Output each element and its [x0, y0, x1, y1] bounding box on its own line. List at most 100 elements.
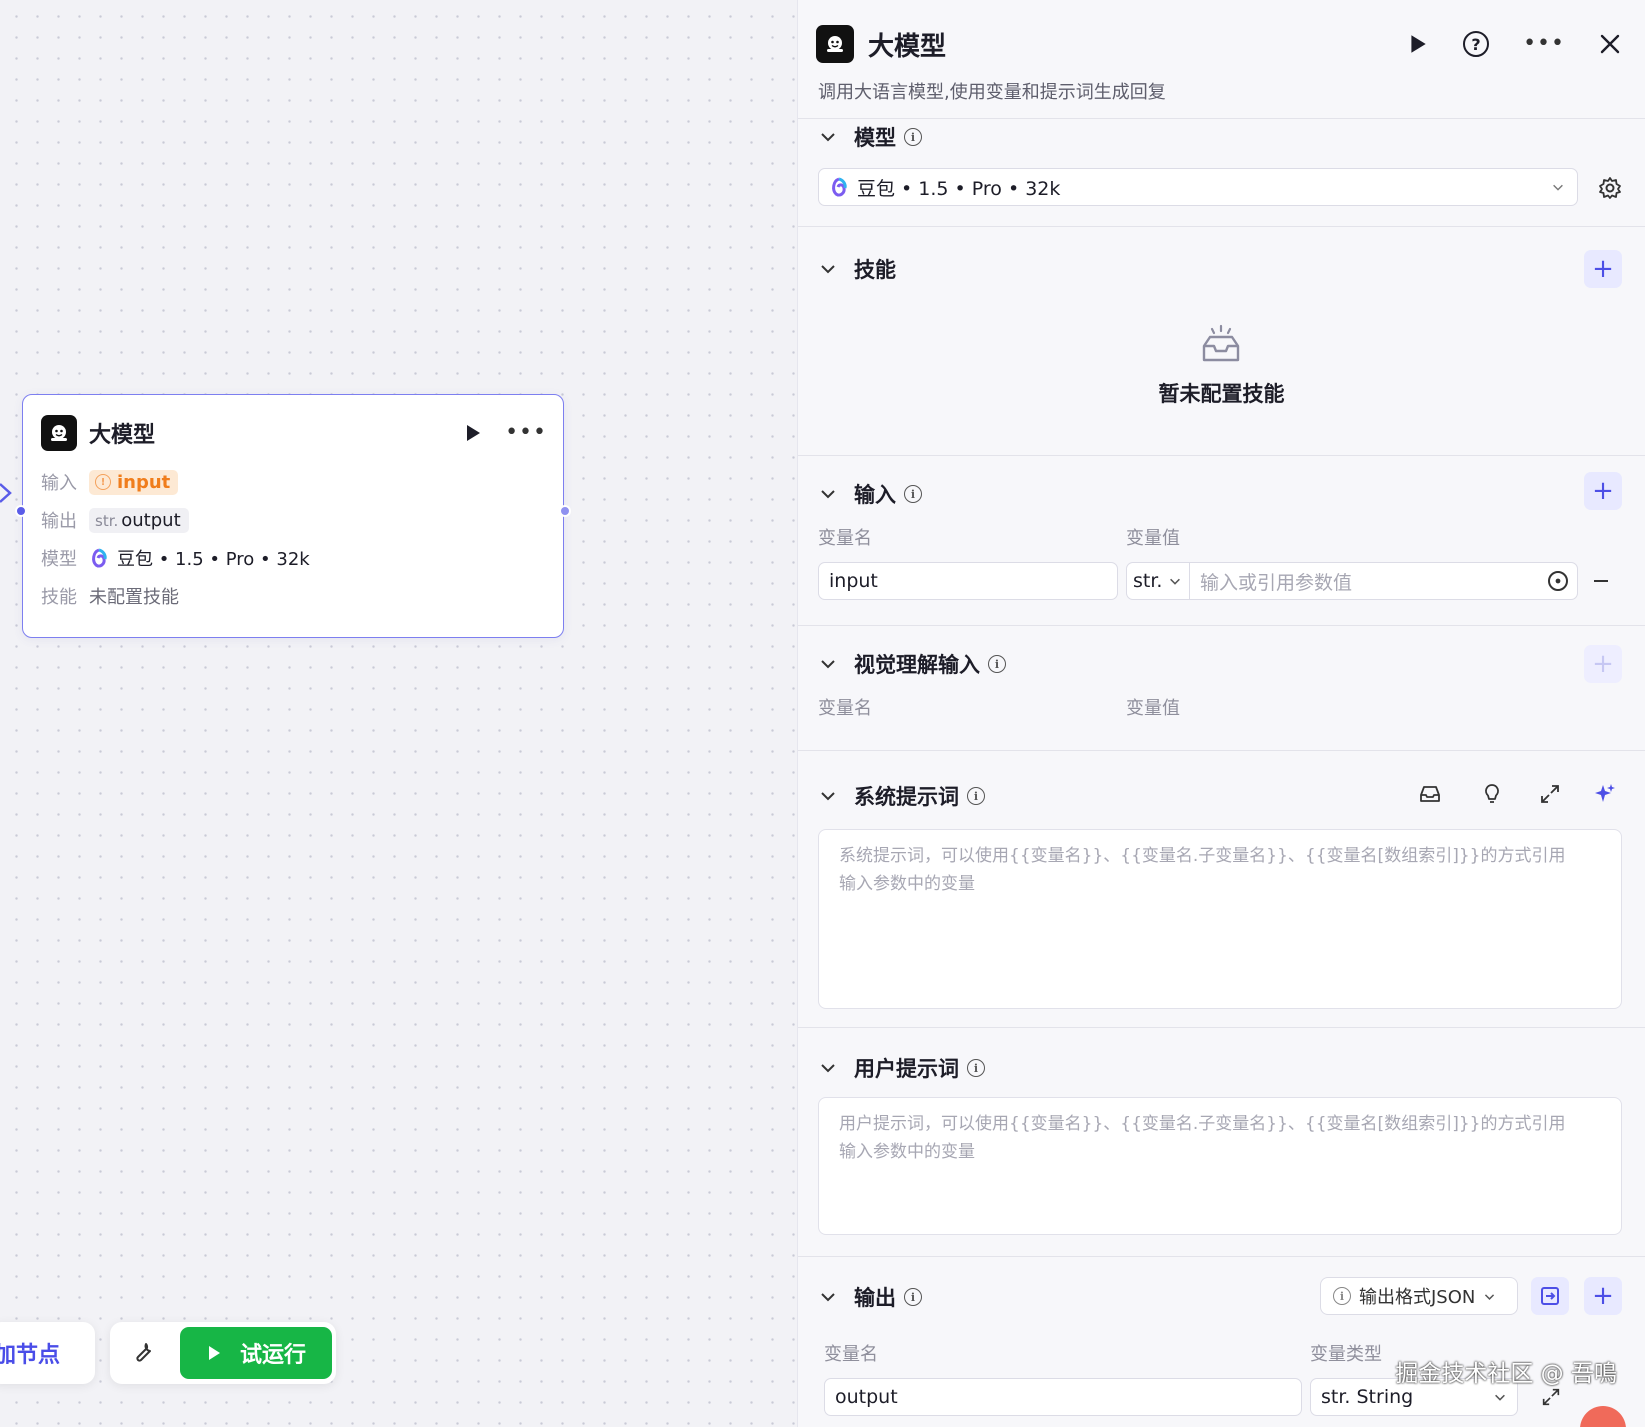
output-port[interactable]	[559, 505, 571, 517]
chevron-down-icon[interactable]	[820, 1060, 836, 1076]
section-title: 模型	[854, 126, 896, 150]
input-port[interactable]	[15, 505, 27, 517]
test-run-button[interactable]: 试运行	[180, 1327, 332, 1379]
input-var-name-field[interactable]: input	[818, 562, 1118, 600]
info-icon: i	[1333, 1287, 1351, 1305]
divider	[798, 625, 1645, 626]
info-icon[interactable]: i	[904, 485, 922, 503]
sparkle-icon[interactable]	[1593, 782, 1617, 806]
divider	[798, 1256, 1645, 1257]
system-prompt-input[interactable]: 系统提示词，可以使用{{变量名}}、{{变量名.子变量名}}、{{变量名[数组索…	[818, 829, 1622, 1009]
play-icon[interactable]	[463, 423, 483, 443]
input-var-name-value: input	[829, 570, 878, 592]
library-icon[interactable]	[1418, 782, 1442, 806]
skills-empty-text: 暂未配置技能	[1158, 382, 1285, 406]
section-user-prompt-header[interactable]: 用户提示词 i	[820, 1053, 985, 1083]
divider	[798, 455, 1645, 456]
divider	[798, 750, 1645, 751]
import-output-button[interactable]	[1531, 1277, 1569, 1315]
chevron-down-icon[interactable]	[820, 656, 836, 672]
section-skills-header[interactable]: 技能	[820, 254, 896, 284]
input-value-placeholder: 输入或引用参数值	[1200, 571, 1353, 594]
placeholder-line: 用户提示词，可以使用{{变量名}}、{{变量名.子变量名}}、{{变量名[数组索…	[839, 1114, 1566, 1134]
output-var-name-field[interactable]: output	[824, 1378, 1302, 1416]
gear-icon[interactable]	[1598, 176, 1622, 200]
info-icon[interactable]: i	[904, 1288, 922, 1306]
llm-node-card[interactable]: 大模型 ••• 输入 ! input 输出 str. output 模型 豆包 …	[15, 394, 571, 638]
section-output-header[interactable]: 输出 i	[820, 1282, 922, 1312]
expand-icon[interactable]	[1540, 1386, 1562, 1408]
expand-icon[interactable]	[1538, 782, 1562, 806]
row-label: 输入	[41, 473, 77, 494]
add-vision-input-button[interactable]: +	[1584, 645, 1622, 683]
output-tag-text: output	[121, 509, 181, 531]
user-prompt-input[interactable]: 用户提示词，可以使用{{变量名}}、{{变量名.子变量名}}、{{变量名[数组索…	[818, 1097, 1622, 1235]
input-tag[interactable]: ! input	[89, 469, 179, 495]
output-tag[interactable]: str. output	[89, 507, 189, 533]
divider	[798, 118, 1645, 119]
node-row-model: 模型 豆包 • 1.5 • Pro • 32k	[41, 545, 310, 571]
output-var-name-value: output	[835, 1386, 898, 1408]
add-skill-button[interactable]: +	[1584, 250, 1622, 288]
edge-arrow-icon	[0, 483, 12, 503]
panel-title: 大模型	[868, 31, 947, 62]
chevron-down-icon[interactable]	[820, 129, 836, 145]
section-title: 输入	[854, 483, 896, 507]
chevron-down-icon[interactable]	[820, 261, 836, 277]
node-row-output: 输出 str. output	[41, 507, 189, 533]
wrench-icon[interactable]	[132, 1341, 156, 1365]
model-select-value: 豆包 • 1.5 • Pro • 32k	[857, 177, 1061, 200]
bot-icon	[816, 25, 854, 63]
add-output-button[interactable]: +	[1584, 1277, 1622, 1315]
chevron-down-icon	[1553, 184, 1563, 191]
more-icon[interactable]: •••	[505, 422, 547, 444]
close-icon[interactable]	[1599, 33, 1621, 55]
col-var-value: 变量值	[1126, 528, 1180, 549]
variable-picker-icon[interactable]	[1547, 570, 1569, 592]
section-title: 系统提示词	[854, 785, 959, 809]
model-select[interactable]: 豆包 • 1.5 • Pro • 32k	[818, 168, 1578, 206]
warning-icon: !	[95, 474, 111, 490]
import-icon	[1541, 1287, 1559, 1305]
empty-box-icon	[1202, 324, 1240, 362]
info-icon[interactable]: i	[967, 1059, 985, 1077]
node-header: 大模型 •••	[41, 413, 547, 453]
chevron-down-icon[interactable]	[820, 486, 836, 502]
divider	[798, 226, 1645, 227]
skills-value: 未配置技能	[89, 587, 179, 608]
section-title: 用户提示词	[854, 1057, 959, 1081]
output-format-select[interactable]: i 输出格式JSON	[1320, 1277, 1518, 1315]
info-icon[interactable]: i	[988, 655, 1006, 673]
section-system-prompt-header[interactable]: 系统提示词 i	[820, 781, 985, 811]
workflow-canvas[interactable]: 大模型 ••• 输入 ! input 输出 str. output 模型 豆包 …	[0, 0, 800, 1427]
chevron-down-icon[interactable]	[820, 1289, 836, 1305]
help-icon[interactable]: ?	[1463, 31, 1490, 57]
chevron-down-icon	[1495, 1394, 1505, 1401]
chevron-down-icon[interactable]	[820, 788, 836, 804]
section-vision-header[interactable]: 视觉理解输入 i	[820, 649, 1006, 679]
add-node-button[interactable]: 加节点	[0, 1337, 60, 1369]
assistant-avatar[interactable]	[1580, 1406, 1626, 1427]
section-input-header[interactable]: 输入 i	[820, 479, 922, 509]
add-input-button[interactable]: +	[1584, 472, 1622, 510]
more-icon[interactable]: •••	[1523, 33, 1565, 55]
row-label: 模型	[41, 549, 77, 570]
play-icon[interactable]	[1407, 33, 1429, 55]
section-title: 视觉理解输入	[854, 653, 980, 677]
lightbulb-icon[interactable]	[1480, 782, 1504, 806]
chevron-down-icon	[1170, 578, 1181, 585]
section-title: 输出	[854, 1286, 896, 1310]
minus-icon[interactable]	[1592, 572, 1610, 590]
info-icon[interactable]: i	[967, 787, 985, 805]
info-icon[interactable]: i	[904, 128, 922, 146]
model-name: 豆包 • 1.5 • Pro • 32k	[117, 549, 310, 570]
col-var-value: 变量值	[1126, 698, 1180, 719]
input-value-field[interactable]: 输入或引用参数值	[1189, 562, 1578, 600]
panel-header: 大模型 ? •••	[816, 22, 1621, 66]
section-model-header[interactable]: 模型 i	[820, 122, 922, 152]
doubao-logo-icon	[832, 177, 847, 197]
input-type-select[interactable]: str.	[1126, 562, 1190, 600]
placeholder-line: 输入参数中的变量	[839, 1142, 975, 1162]
add-node-bar: 加节点	[0, 1322, 95, 1384]
node-row-skills: 技能 未配置技能	[41, 583, 179, 609]
